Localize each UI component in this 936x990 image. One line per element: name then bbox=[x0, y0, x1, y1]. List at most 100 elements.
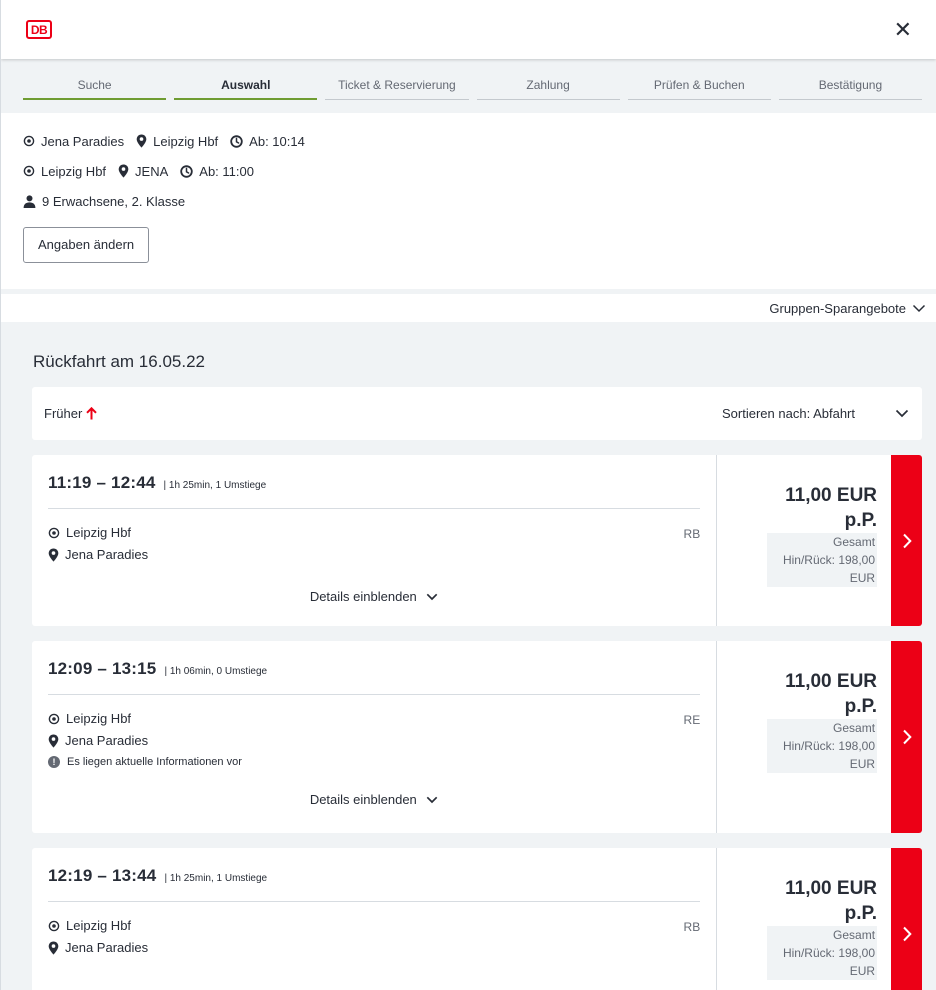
price-panel: 11,00 EUR p.P. Gesamt Hin/Rück: 198,00 E… bbox=[717, 641, 891, 833]
origin-circle-icon bbox=[23, 165, 35, 177]
duration-transfers: | 1h 06min, 0 Umstiege bbox=[164, 666, 268, 677]
group-offers-label: Gruppen-Sparangebote bbox=[769, 300, 906, 316]
connection-card: 11:19 – 12:44 | 1h 25min, 1 Umstiege Lei… bbox=[32, 455, 922, 626]
select-connection-button[interactable] bbox=[891, 848, 922, 990]
total-price-note: Gesamt Hin/Rück: 198,00 EUR bbox=[767, 533, 878, 587]
location-pin-icon bbox=[48, 734, 59, 747]
return-date-title: Rückfahrt am 16.05.22 bbox=[33, 352, 205, 371]
price-unit: p.P. bbox=[844, 510, 878, 531]
connection-details: 12:19 – 13:44 | 1h 25min, 1 Umstiege Lei… bbox=[32, 848, 718, 990]
origin-circle-icon bbox=[48, 920, 60, 931]
outbound-to: Leipzig Hbf bbox=[153, 133, 219, 149]
price-panel: 11,00 EUR p.P. Gesamt Hin/Rück: 198,00 E… bbox=[717, 455, 891, 626]
step-auswahl: Auswahl bbox=[174, 59, 318, 100]
details-label: Details einblenden bbox=[309, 589, 417, 604]
total-value: Hin/Rück: 198,00 bbox=[782, 946, 876, 960]
stations: Leipzig Hbf Jena Paradies RB bbox=[48, 509, 700, 562]
from-station-row: Leipzig Hbf bbox=[48, 918, 700, 933]
origin-circle-icon bbox=[48, 527, 60, 538]
return-to: JENA bbox=[135, 163, 169, 179]
to-station-row: Jena Paradies bbox=[48, 547, 700, 562]
duration-transfers: | 1h 25min, 1 Umstiege bbox=[163, 480, 267, 491]
time-range: 12:19 – 13:44 bbox=[48, 866, 157, 885]
close-button[interactable]: ✕ bbox=[894, 18, 912, 41]
group-offers-toggle[interactable]: Gruppen-Sparangebote bbox=[1, 294, 936, 322]
train-type: RB bbox=[683, 920, 701, 934]
stations: Leipzig Hbf Jena Paradies RB bbox=[48, 902, 700, 955]
chevron-right-icon bbox=[902, 926, 912, 941]
chevron-right-icon bbox=[902, 533, 912, 548]
outbound-from: Jena Paradies bbox=[41, 133, 125, 149]
to-station-row: Jena Paradies bbox=[48, 940, 700, 955]
return-from: Leipzig Hbf bbox=[41, 163, 107, 179]
outbound-summary: Jena Paradies Leipzig Hbf Ab: 10:14 bbox=[23, 133, 914, 149]
from-station: Leipzig Hbf bbox=[66, 711, 132, 726]
booking-page: DB ✕ Suche Auswahl Ticket & Reservierung… bbox=[0, 0, 936, 990]
select-connection-button[interactable] bbox=[891, 455, 922, 626]
edit-search-button[interactable]: Angaben ändern bbox=[23, 227, 150, 263]
location-pin-icon bbox=[136, 134, 147, 148]
price-per-person: 11,00 EUR bbox=[785, 485, 878, 506]
select-connection-button[interactable] bbox=[891, 641, 922, 833]
results-area: Rückfahrt am 16.05.22 Früher Sortieren n… bbox=[1, 352, 936, 990]
location-pin-icon bbox=[48, 941, 59, 954]
chevron-down-icon bbox=[895, 409, 909, 418]
location-pin-icon bbox=[118, 164, 129, 178]
total-value: Hin/Rück: 198,00 bbox=[782, 553, 876, 567]
from-station: Leipzig Hbf bbox=[66, 918, 132, 933]
from-station: Leipzig Hbf bbox=[66, 525, 132, 540]
info-notice[interactable]: ! Es liegen aktuelle Informationen vor bbox=[48, 756, 700, 768]
total-label: Gesamt bbox=[833, 721, 876, 735]
sort-dropdown[interactable]: Sortieren nach: Abfahrt bbox=[722, 406, 909, 421]
to-station: Jena Paradies bbox=[65, 733, 149, 748]
price-panel: 11,00 EUR p.P. Gesamt Hin/Rück: 198,00 E… bbox=[717, 848, 891, 990]
connection-times: 12:09 – 13:15 | 1h 06min, 0 Umstiege bbox=[48, 659, 701, 695]
connection-details: 11:19 – 12:44 | 1h 25min, 1 Umstiege Lei… bbox=[32, 455, 718, 626]
train-type: RE bbox=[683, 713, 701, 727]
connection-card: 12:09 – 13:15 | 1h 06min, 0 Umstiege Lei… bbox=[32, 641, 922, 833]
to-station-row: Jena Paradies bbox=[48, 733, 700, 748]
earlier-label: Früher bbox=[44, 406, 83, 421]
chevron-right-icon bbox=[902, 729, 912, 745]
info-text: Es liegen aktuelle Informationen vor bbox=[67, 756, 242, 768]
step-suche[interactable]: Suche bbox=[23, 59, 167, 100]
price-per-person: 11,00 EUR bbox=[785, 878, 878, 899]
connection-card: 12:19 – 13:44 | 1h 25min, 1 Umstiege Lei… bbox=[32, 848, 922, 990]
person-icon bbox=[23, 194, 36, 208]
return-summary: Leipzig Hbf JENA Ab: 11:00 bbox=[23, 163, 914, 179]
to-station: Jena Paradies bbox=[65, 547, 149, 562]
step-pruefen-buchen: Prüfen & Buchen bbox=[627, 59, 771, 100]
train-type: RB bbox=[683, 527, 701, 541]
chevron-down-icon bbox=[427, 796, 438, 804]
origin-circle-icon bbox=[48, 713, 60, 724]
details-toggle[interactable]: Details einblenden bbox=[48, 792, 700, 819]
connection-details: 12:09 – 13:15 | 1h 06min, 0 Umstiege Lei… bbox=[32, 641, 718, 833]
earlier-button[interactable]: Früher bbox=[44, 406, 98, 421]
sort-bar: Früher Sortieren nach: Abfahrt bbox=[32, 387, 922, 440]
total-price-note: Gesamt Hin/Rück: 198,00 EUR bbox=[767, 719, 878, 773]
total-currency: EUR bbox=[849, 571, 876, 585]
origin-circle-icon bbox=[23, 135, 35, 147]
search-summary: Jena Paradies Leipzig Hbf Ab: 10:14 Leip… bbox=[1, 113, 936, 289]
price-per-person: 11,00 EUR bbox=[785, 671, 878, 692]
from-station-row: Leipzig Hbf bbox=[48, 711, 700, 726]
step-ticket-reservierung: Ticket & Reservierung bbox=[325, 59, 469, 100]
total-label: Gesamt bbox=[833, 535, 876, 549]
total-label: Gesamt bbox=[833, 928, 876, 942]
from-station-row: Leipzig Hbf bbox=[48, 525, 700, 540]
passenger-info: 9 Erwachsene, 2. Klasse bbox=[42, 193, 186, 209]
clock-icon bbox=[230, 134, 243, 148]
stations: Leipzig Hbf Jena Paradies ! Es liegen ak… bbox=[48, 695, 700, 768]
time-range: 11:19 – 12:44 bbox=[48, 473, 156, 492]
step-bestaetigung: Bestätigung bbox=[778, 59, 923, 100]
connection-times: 11:19 – 12:44 | 1h 25min, 1 Umstiege bbox=[48, 473, 701, 509]
db-logo[interactable]: DB bbox=[26, 20, 52, 39]
total-currency: EUR bbox=[849, 964, 876, 978]
outbound-departure: Ab: 10:14 bbox=[249, 133, 305, 149]
sort-label: Sortieren nach: Abfahrt bbox=[722, 406, 855, 421]
top-bar: DB ✕ bbox=[1, 0, 936, 59]
passenger-summary: 9 Erwachsene, 2. Klasse bbox=[23, 193, 914, 209]
details-toggle[interactable]: Details einblenden bbox=[48, 589, 700, 616]
duration-transfers: | 1h 25min, 1 Umstiege bbox=[164, 873, 268, 884]
time-range: 12:09 – 13:15 bbox=[48, 659, 157, 678]
